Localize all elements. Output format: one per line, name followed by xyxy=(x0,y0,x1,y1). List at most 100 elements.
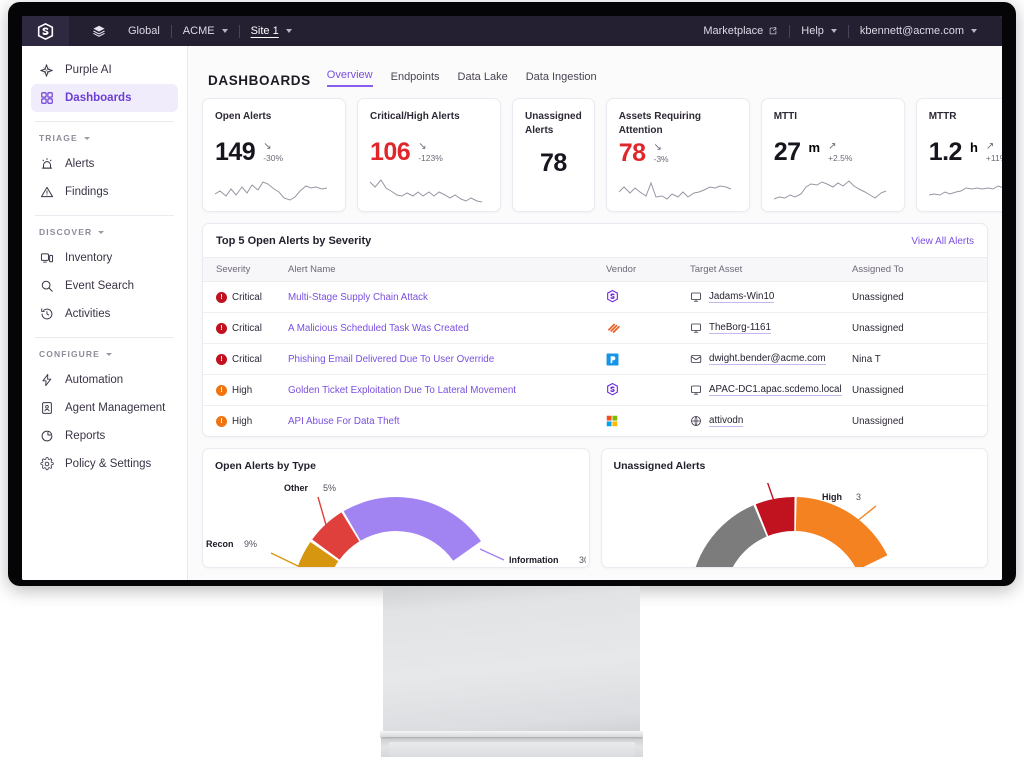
sidebar-item-policy-settings[interactable]: Policy & Settings xyxy=(31,450,178,478)
sidebar-group-configure[interactable]: CONFIGURE xyxy=(22,347,187,366)
kpi-label: MTTR xyxy=(929,110,1002,136)
sidebar-item-alerts[interactable]: Alerts xyxy=(31,150,178,178)
sidebar-divider xyxy=(35,121,174,122)
severity-critical-icon: ! xyxy=(216,292,227,303)
kpi-label: Assets Requiring Attention xyxy=(619,110,737,137)
tab-endpoints[interactable]: Endpoints xyxy=(391,71,440,87)
sparkline xyxy=(215,176,333,206)
table-row[interactable]: ! High API Abuse For Data Theft xyxy=(203,406,987,437)
marketplace-link[interactable]: Marketplace xyxy=(692,25,789,37)
sidebar-item-label: Alerts xyxy=(65,158,94,170)
sidebar-group-discover[interactable]: DISCOVER xyxy=(22,225,187,244)
search-icon xyxy=(39,279,54,294)
devices-inventory-icon xyxy=(39,251,54,266)
sidebar-item-activities[interactable]: Activities xyxy=(31,300,178,328)
sidebar-item-automation[interactable]: Automation xyxy=(31,366,178,394)
severity-high-icon: ! xyxy=(216,416,227,427)
account-selector[interactable]: ACME xyxy=(172,25,239,37)
sidebar-item-findings[interactable]: Findings xyxy=(31,178,178,206)
user-menu[interactable]: kbennett@acme.com xyxy=(849,25,988,37)
monitor-mockup: Global ACME Site 1 Marketplace xyxy=(8,2,1016,586)
alert-name-link[interactable]: Golden Ticket Exploitation Due To Latera… xyxy=(288,385,516,396)
target-asset-link[interactable]: TheBorg-1161 xyxy=(709,322,771,334)
table-row[interactable]: ! High Golden Ticket Exploitation Due To… xyxy=(203,375,987,406)
sparkline xyxy=(929,176,1002,206)
main-content: DASHBOARDS Overview Endpoints Data Lake … xyxy=(188,46,1002,580)
table-row[interactable]: ! Critical A Malicious Scheduled Task Wa… xyxy=(203,313,987,344)
alert-name-link[interactable]: A Malicious Scheduled Task Was Created xyxy=(288,323,469,334)
sidebar-item-inventory[interactable]: Inventory xyxy=(31,244,178,272)
column-header-vendor[interactable]: Vendor xyxy=(606,258,690,282)
tab-data-lake[interactable]: Data Lake xyxy=(458,71,508,87)
site-selector[interactable]: Site 1 xyxy=(240,25,303,37)
kpi-card-mttr[interactable]: MTTR 1.2 h ↗ +11% xyxy=(916,98,1002,212)
table-row[interactable]: ! Critical Phishing Email Delivered Due … xyxy=(203,344,987,375)
sparkline xyxy=(370,176,488,206)
column-header-target-asset[interactable]: Target Asset xyxy=(690,258,852,282)
sidebar-item-dashboards[interactable]: Dashboards xyxy=(31,84,178,112)
assigned-to-value: Unassigned xyxy=(852,375,987,406)
target-asset-link[interactable]: APAC-DC1.apac.scdemo.local xyxy=(709,384,842,396)
target-asset-link[interactable]: dwight.bender@acme.com xyxy=(709,353,826,365)
kpi-card-open-alerts[interactable]: Open Alerts 149 ↘ -30% xyxy=(202,98,346,212)
grid-dashboard-icon xyxy=(39,91,54,106)
sidebar-item-label: Activities xyxy=(65,308,110,320)
kpi-card-mtti[interactable]: MTTI 27 m ↗ +2.5% xyxy=(761,98,905,212)
tab-data-ingestion[interactable]: Data Ingestion xyxy=(526,71,597,87)
assigned-to-value: Nina T xyxy=(852,344,987,375)
sidebar-item-label: Agent Management xyxy=(65,402,165,414)
severity-label: Critical xyxy=(232,354,262,365)
scope-stack-icon-item[interactable] xyxy=(81,24,117,38)
top-right-nav: Marketplace Help kbennett@acme.com xyxy=(692,25,1002,38)
sidebar-item-agent-management[interactable]: Agent Management xyxy=(31,394,178,422)
severity-label: High xyxy=(232,385,252,396)
target-asset-link[interactable]: attivodn xyxy=(709,415,743,427)
tab-overview[interactable]: Overview xyxy=(327,69,373,87)
kpi-card-assets-requiring-attention[interactable]: Assets Requiring Attention 78 ↘ -3% xyxy=(606,98,750,212)
sidebar-item-label: Automation xyxy=(65,374,123,386)
kpi-value-row: 27 m ↗ +2.5% xyxy=(774,140,892,174)
chevron-down-icon xyxy=(106,353,112,356)
sidebar-item-label: Policy & Settings xyxy=(65,458,151,470)
screenshot-stage: Global ACME Site 1 Marketplace xyxy=(0,0,1024,757)
view-all-alerts-link[interactable]: View All Alerts xyxy=(911,236,974,247)
kpi-unit: h xyxy=(970,140,978,155)
chevron-down-icon xyxy=(831,29,837,33)
vendor-microsoft-icon xyxy=(606,415,690,427)
column-header-alert-name[interactable]: Alert Name xyxy=(288,258,606,282)
target-asset-link[interactable]: Jadams-Win10 xyxy=(709,291,774,303)
sidebar-group-triage[interactable]: TRIAGE xyxy=(22,131,187,150)
sidebar-item-label: Event Search xyxy=(65,280,134,292)
kpi-card-critical-high-alerts[interactable]: Critical/High Alerts 106 ↘ -123% xyxy=(357,98,501,212)
app-logo[interactable] xyxy=(22,16,69,46)
kpi-card-unassigned-alerts[interactable]: Unassigned Alerts 78 xyxy=(512,98,595,212)
alert-name-link[interactable]: Multi-Stage Supply Chain Attack xyxy=(288,292,428,303)
vendor-proofpoint-icon xyxy=(606,353,690,366)
kpi-value-row: 78 ↘ -3% xyxy=(619,141,737,175)
sparkline xyxy=(619,177,737,207)
chevron-down-icon xyxy=(84,137,90,140)
scope-global[interactable]: Global xyxy=(117,25,171,37)
table-row[interactable]: ! Critical Multi-Stage Supply Chain Atta… xyxy=(203,282,987,313)
sidebar-item-purple-ai[interactable]: Purple AI xyxy=(31,56,178,84)
kpi-delta: ↗ +11% xyxy=(986,140,1002,163)
sidebar-item-event-search[interactable]: Event Search xyxy=(31,272,178,300)
alert-name-link[interactable]: Phishing Email Delivered Due To User Ove… xyxy=(288,354,494,365)
column-header-assigned-to[interactable]: Assigned To xyxy=(852,258,987,282)
kpi-value: 78 xyxy=(540,151,567,176)
chart-card-unassigned-alerts: Unassigned Alerts xyxy=(601,448,989,568)
donut-value-recon: 9% xyxy=(244,539,257,549)
sidebar-item-reports[interactable]: Reports xyxy=(31,422,178,450)
sidebar-item-label: Inventory xyxy=(65,252,112,264)
chart-title: Open Alerts by Type xyxy=(215,460,577,472)
column-header-severity[interactable]: Severity xyxy=(203,258,288,282)
globe-icon xyxy=(690,415,702,427)
sparkle-ai-icon xyxy=(39,63,54,78)
monitor-stand-base xyxy=(381,737,643,757)
monitor-screen: Global ACME Site 1 Marketplace xyxy=(22,16,1002,580)
dashboard-tabs: Overview Endpoints Data Lake Data Ingest… xyxy=(327,69,597,88)
help-menu[interactable]: Help xyxy=(790,25,848,37)
sidebar: Purple AI Dashboards xyxy=(22,46,188,580)
alert-name-link[interactable]: API Abuse For Data Theft xyxy=(288,416,399,427)
donut-label-high: High xyxy=(822,492,842,502)
